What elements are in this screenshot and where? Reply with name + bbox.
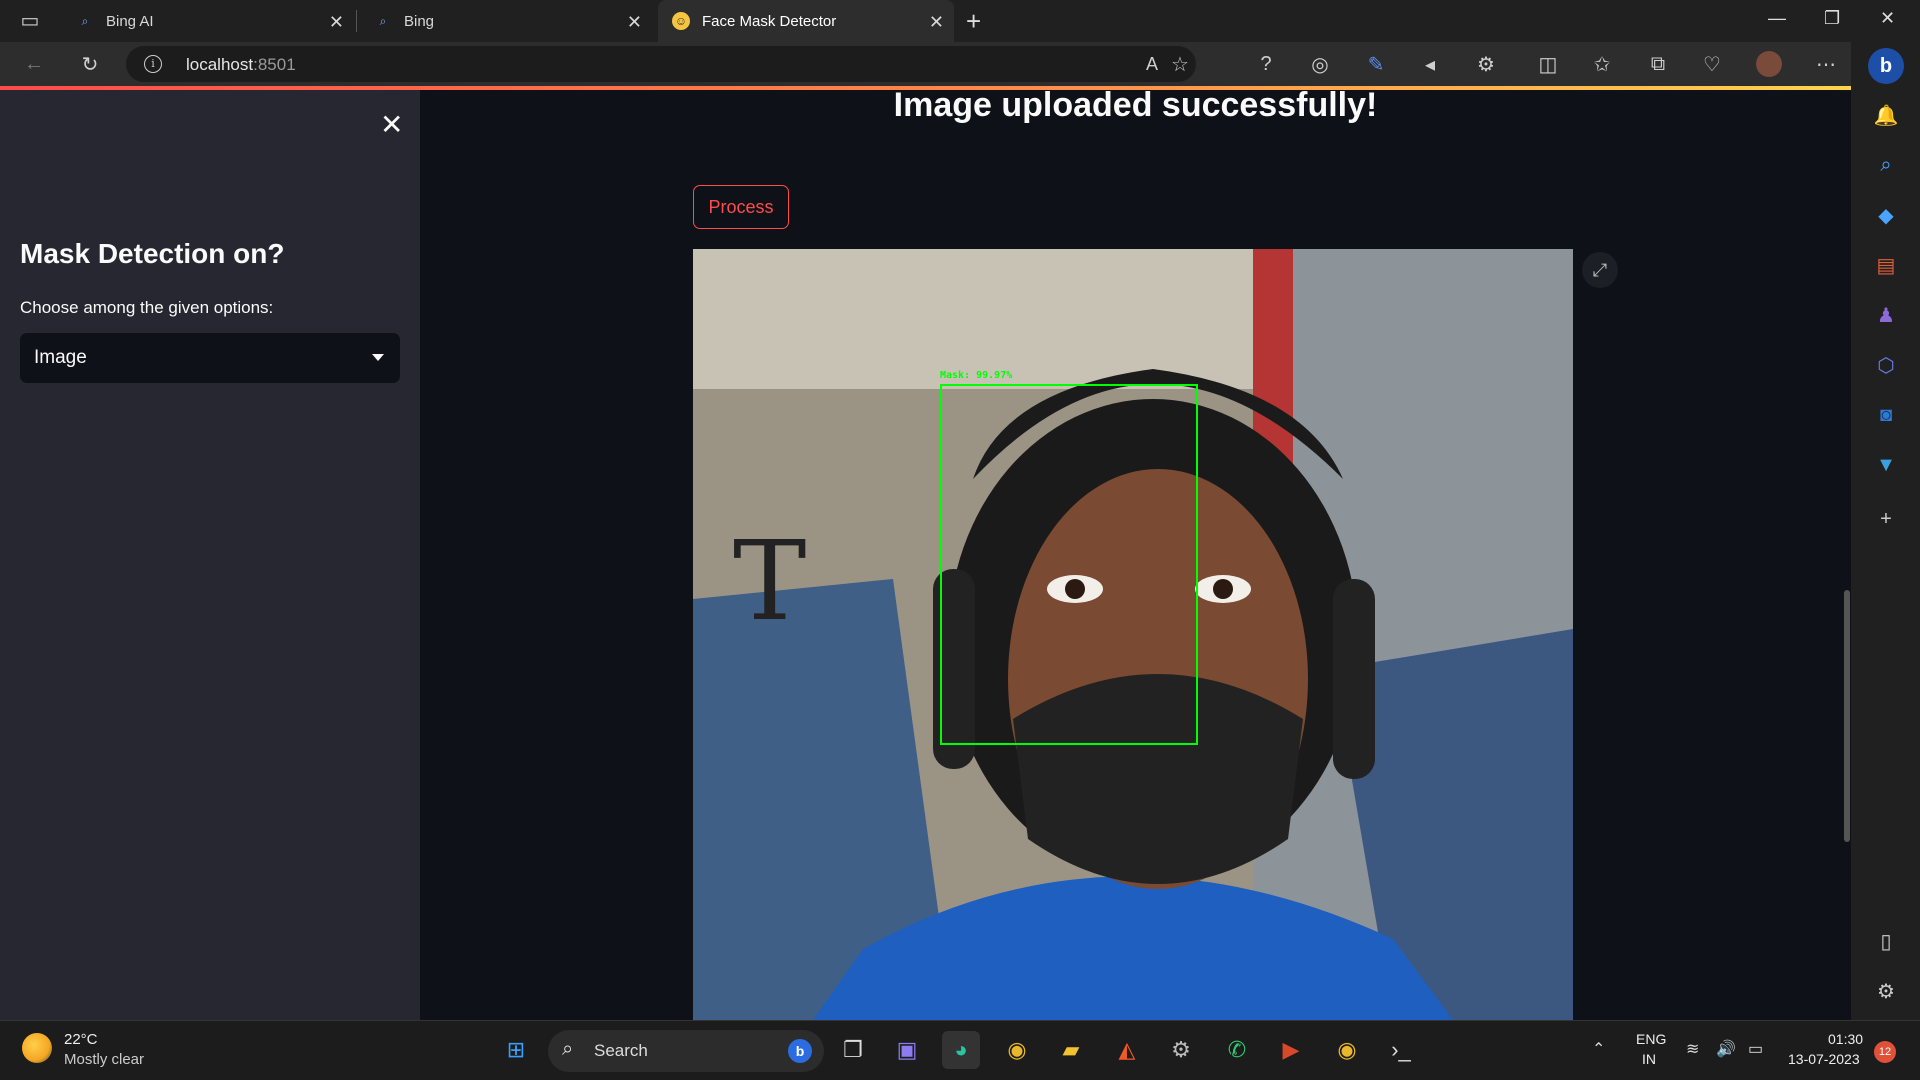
hide-sidebar-icon[interactable]: ▯ — [1873, 928, 1899, 954]
option-select[interactable]: Image — [20, 333, 400, 383]
tab-actions-icon[interactable]: ▭ — [16, 6, 44, 34]
search-icon: ⌕ — [81, 13, 89, 28]
tab-title: Bing AI — [106, 12, 154, 30]
task-view-icon[interactable]: ❐ — [834, 1031, 872, 1069]
select-value: Image — [34, 347, 87, 368]
tab-bing-ai[interactable]: ⌕ Bing AI ✕ — [62, 0, 354, 42]
brave-icon[interactable]: ◭ — [1108, 1031, 1146, 1069]
svg-text:T: T — [733, 517, 806, 645]
favorites-icon[interactable]: ✩ — [1588, 50, 1616, 78]
new-tab-button[interactable]: + — [966, 6, 981, 37]
shopping-tag-icon[interactable]: ◆ — [1873, 202, 1899, 228]
whatsapp-icon[interactable]: ✆ — [1218, 1031, 1256, 1069]
select-label: Choose among the given options: — [20, 298, 274, 317]
region-indicator[interactable]: IN — [1642, 1051, 1656, 1067]
detection-bounding-box — [940, 384, 1198, 745]
windows-start-icon[interactable]: ⊞ — [497, 1031, 535, 1069]
streamlit-icon: ☺ — [672, 12, 690, 30]
search-placeholder: Search — [594, 1041, 648, 1060]
tools-briefcase-icon[interactable]: ▤ — [1873, 252, 1899, 278]
close-tab-icon[interactable]: ✕ — [329, 12, 344, 33]
url-port: :8501 — [253, 55, 296, 74]
notification-badge[interactable]: 12 — [1874, 1041, 1896, 1063]
bing-chat-icon[interactable]: b — [1868, 48, 1904, 84]
terminal-icon[interactable]: ›_ — [1382, 1031, 1420, 1069]
address-url[interactable]: localhost:8501 — [186, 55, 296, 75]
streamlit-sidebar: ✕ Mask Detection on? Choose among the gi… — [0, 90, 420, 1020]
games-icon[interactable]: ♟ — [1873, 302, 1899, 328]
refresh-icon[interactable]: ↻ — [76, 50, 104, 78]
add-icon[interactable]: + — [1873, 506, 1899, 532]
minimize-button[interactable]: — — [1768, 8, 1786, 29]
address-bar[interactable]: i localhost:8501 A ☆ — [126, 46, 1196, 82]
clock-date[interactable]: 13-07-2023 — [1788, 1051, 1860, 1067]
tab-title: Face Mask Detector — [702, 12, 837, 30]
show-hidden-icons-chevron-icon[interactable]: ⌃ — [1592, 1039, 1605, 1059]
url-host: localhost — [186, 55, 254, 74]
restore-button[interactable]: ❐ — [1824, 8, 1840, 29]
volume-icon[interactable]: 🔊 — [1716, 1039, 1736, 1059]
wifi-icon[interactable]: ≋ — [1686, 1039, 1699, 1059]
uploaded-image: T Mask: 99.97% — [693, 249, 1573, 1020]
page-heading: Image uploaded successfully! — [893, 90, 1378, 124]
search-icon: ⌕ — [562, 1038, 574, 1060]
collections-icon[interactable]: ⧉ — [1644, 50, 1672, 78]
tab-divider — [356, 10, 357, 32]
help-extension-icon[interactable]: ? — [1252, 50, 1280, 78]
close-tab-icon[interactable]: ✕ — [929, 12, 944, 33]
close-tab-icon[interactable]: ✕ — [627, 12, 642, 33]
edge-browser-icon[interactable]: ◕ — [942, 1031, 980, 1069]
battery-icon[interactable]: ▭ — [1748, 1039, 1763, 1059]
language-indicator[interactable]: ENG — [1636, 1031, 1666, 1047]
site-info-icon[interactable]: i — [144, 55, 162, 73]
chrome-profile-icon[interactable]: ◉ — [1328, 1031, 1366, 1069]
windows-taskbar: 22°C Mostly clear ⊞ ⌕ Search b ❐ ▣ ◕ ◉ ▰… — [0, 1020, 1920, 1080]
clock-time[interactable]: 01:30 — [1828, 1031, 1863, 1047]
tab-bing[interactable]: ⌕ Bing ✕ — [360, 0, 652, 42]
weather-moon-icon[interactable] — [22, 1033, 52, 1063]
settings-app-icon[interactable]: ⚙ — [1162, 1031, 1200, 1069]
favorite-star-icon[interactable]: ☆ — [1166, 50, 1194, 78]
edge-sidebar: b 🔔 ⌕ ◆ ▤ ♟ ⬡ ◙ ▼ + ▯ ⚙ — [1851, 42, 1920, 1020]
split-screen-icon[interactable]: ◫ — [1534, 50, 1562, 78]
main-content: Image uploaded successfully! Process T M… — [420, 90, 1851, 1020]
more-menu-icon[interactable]: ⋯ — [1812, 50, 1840, 78]
process-button[interactable]: Process — [693, 185, 789, 229]
chrome-icon[interactable]: ◉ — [998, 1031, 1036, 1069]
browser-essentials-icon[interactable]: ♡ — [1698, 50, 1726, 78]
fullscreen-icon[interactable]: ⤢ — [1582, 252, 1618, 288]
weather-condition[interactable]: Mostly clear — [64, 1051, 144, 1068]
extensions-puzzle-icon[interactable]: ⚙ — [1472, 50, 1500, 78]
tab-face-mask-detector[interactable]: ☺ Face Mask Detector ✕ — [658, 0, 954, 42]
settings-gear-icon[interactable]: ⚙ — [1873, 978, 1899, 1004]
weather-temperature[interactable]: 22°C — [64, 1031, 98, 1048]
page-scrollbar[interactable] — [1844, 590, 1850, 842]
powerpoint-icon[interactable]: ▶ — [1272, 1031, 1310, 1069]
profile-avatar[interactable] — [1756, 51, 1782, 77]
screen: ▭ ⌕ Bing AI ✕ ⌕ Bing ✕ ☺ Face Mask Detec… — [0, 0, 1920, 1080]
drop-icon[interactable]: ▼ — [1873, 452, 1899, 478]
sidebar-title: Mask Detection on? — [20, 238, 285, 269]
caret-down-icon — [372, 354, 384, 361]
microsoft365-icon[interactable]: ⬡ — [1873, 352, 1899, 378]
outlook-icon[interactable]: ◙ — [1873, 402, 1899, 428]
back-arrow-icon[interactable]: ← — [20, 50, 48, 78]
read-aloud-icon[interactable]: A — [1138, 50, 1166, 78]
browser-toolbar: ← ↻ i localhost:8501 A ☆ ? ◎ ✎ ◂ ⚙ ◫ ✩ ⧉… — [0, 42, 1920, 86]
close-window-button[interactable]: ✕ — [1880, 8, 1895, 29]
tab-title: Bing — [404, 12, 435, 30]
bell-icon[interactable]: 🔔 — [1873, 102, 1899, 128]
taskbar-search[interactable]: ⌕ Search b — [548, 1030, 824, 1072]
browser-tab-strip: ▭ ⌕ Bing AI ✕ ⌕ Bing ✕ ☺ Face Mask Detec… — [0, 0, 1920, 42]
pen-extension-icon[interactable]: ✎ — [1362, 50, 1390, 78]
teams-chat-icon[interactable]: ▣ — [888, 1031, 926, 1069]
file-explorer-icon[interactable]: ▰ — [1052, 1031, 1090, 1069]
search-icon[interactable]: ⌕ — [1873, 152, 1899, 178]
megaphone-extension-icon[interactable]: ◂ — [1416, 50, 1444, 78]
headset-extension-icon[interactable]: ◎ — [1306, 50, 1334, 78]
detection-label: Mask: 99.97% — [940, 370, 1013, 381]
search-icon: ⌕ — [379, 13, 387, 28]
bing-icon: b — [788, 1039, 812, 1063]
close-sidebar-button[interactable]: ✕ — [380, 108, 403, 141]
